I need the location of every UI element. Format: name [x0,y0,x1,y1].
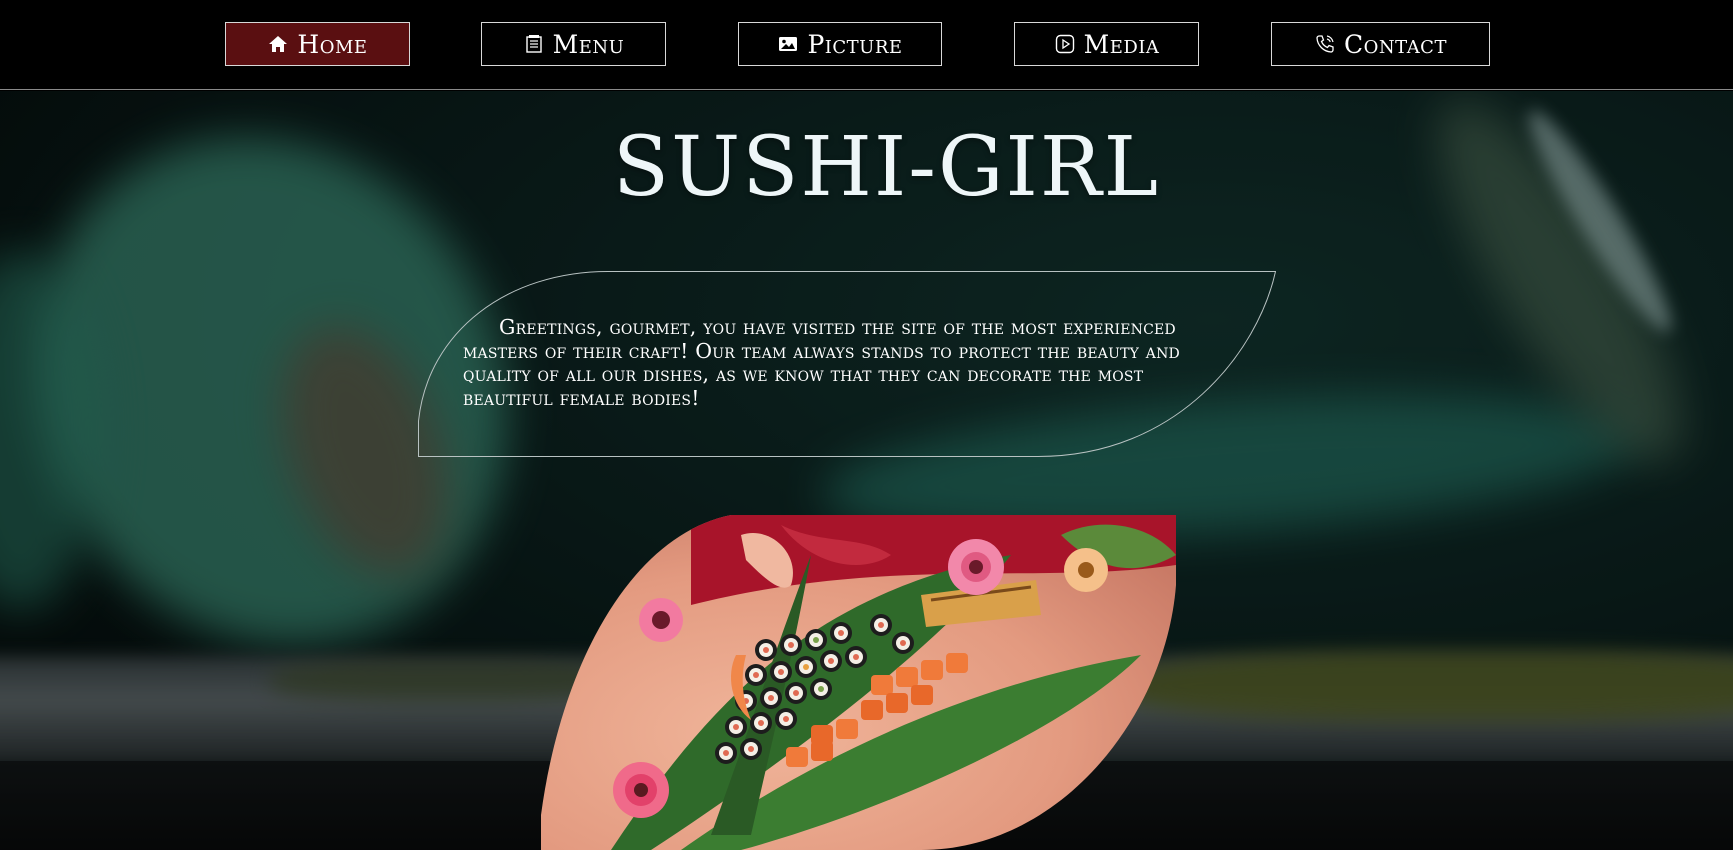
menu-icon [523,33,545,55]
nav-home-button[interactable]: Home [225,22,410,66]
home-icon [267,33,289,55]
nav-picture-label: Picture [807,29,903,59]
nav-contact-button[interactable]: Contact [1271,22,1490,66]
picture-icon [777,33,799,55]
nav-contact-label: Contact [1344,29,1447,59]
nav-media-label: Media [1083,29,1160,59]
site-title: SUSHI-GIRL [612,120,1161,215]
sushi-platter-image [541,515,1176,850]
nav-menu-label: Menu [552,29,625,59]
nav-menu-button[interactable]: Menu [481,22,666,66]
nav-picture-button[interactable]: Picture [738,22,942,66]
nav-home-label: Home [297,29,368,59]
nav-media-button[interactable]: Media [1014,22,1199,66]
phone-icon [1314,33,1336,55]
media-icon [1054,33,1076,55]
page: Home Menu Picture Media Contact SUSHI-GI… [0,0,1733,850]
greeting-text: Greetings, gourmet, you have visited the… [463,315,1180,410]
top-nav: Home Menu Picture Media Contact [0,0,1733,90]
